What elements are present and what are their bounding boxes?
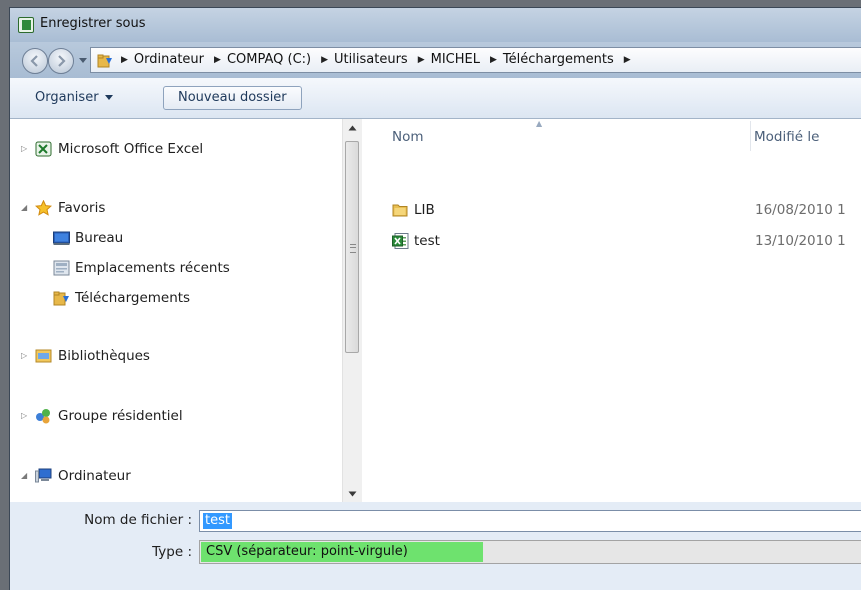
- browser-body: ▷ Microsoft Office Excel ◢ Favoris Burea…: [10, 119, 861, 502]
- breadcrumb-item-utilisateurs[interactable]: ▶ Utilisateurs: [317, 52, 408, 67]
- expand-arrow-icon[interactable]: ▷: [21, 345, 27, 367]
- file-list: ▲ Nom Modifié le LIB 16/08/2010 1 test 1…: [362, 119, 861, 502]
- breadcrumb-separator-icon[interactable]: ▶: [418, 55, 425, 65]
- column-header-modified[interactable]: Modifié le: [754, 119, 819, 155]
- excel-icon: [35, 141, 52, 157]
- breadcrumb-item-compaq[interactable]: ▶ COMPAQ (C:): [210, 52, 311, 67]
- filename-selected-text: test: [203, 513, 232, 529]
- scroll-down-button[interactable]: [343, 485, 362, 502]
- downloads-folder-icon: [97, 53, 113, 67]
- computer-icon: [35, 468, 52, 484]
- grip-icon: [350, 244, 356, 253]
- breadcrumb-subfolder-button[interactable]: ▶: [620, 55, 637, 65]
- collapse-arrow-icon[interactable]: ◢: [21, 197, 27, 219]
- address-bar: ▶ Ordinateur ▶ COMPAQ (C:) ▶ Utilisateurs ▶…: [10, 42, 861, 78]
- back-arrow-icon: [30, 55, 38, 67]
- chevron-up-icon: [348, 125, 357, 130]
- homegroup-icon: [35, 408, 52, 424]
- filename-field[interactable]: test: [199, 510, 861, 532]
- star-icon: [34, 199, 53, 216]
- organize-button[interactable]: Organiser: [23, 86, 125, 110]
- forward-arrow-icon: [58, 55, 66, 67]
- file-row[interactable]: test 13/10/2010 1: [362, 230, 861, 252]
- chevron-down-icon: [348, 491, 357, 496]
- downloads-folder-icon: [53, 290, 70, 306]
- breadcrumb-separator-icon[interactable]: ▶: [321, 55, 328, 65]
- breadcrumb-separator-icon[interactable]: ▶: [121, 55, 128, 65]
- filename-label: Nom de fichier :: [84, 512, 192, 528]
- title-bar: Enregistrer sous: [10, 8, 861, 42]
- breadcrumb-separator-icon[interactable]: ▶: [624, 55, 631, 65]
- excel-app-icon: [18, 17, 34, 33]
- recent-places-icon: [53, 260, 70, 276]
- scroll-thumb[interactable]: [345, 141, 359, 353]
- desktop-icon: [53, 230, 70, 246]
- breadcrumb-item-ordinateur[interactable]: ▶ Ordinateur: [117, 52, 204, 67]
- column-header-name[interactable]: Nom: [392, 119, 424, 155]
- save-form: Nom de fichier : test Type : CSV (sépara…: [10, 502, 861, 590]
- breadcrumb-item-telechargements[interactable]: ▶ Téléchargements: [486, 52, 614, 67]
- breadcrumb-item-michel[interactable]: ▶ MICHEL: [414, 52, 480, 67]
- new-folder-button[interactable]: Nouveau dossier: [163, 86, 302, 110]
- excel-file-icon: [392, 233, 409, 249]
- chevron-down-icon: [104, 95, 113, 100]
- file-row[interactable]: LIB 16/08/2010 1: [362, 199, 861, 221]
- navigation-pane: ▷ Microsoft Office Excel ◢ Favoris Burea…: [10, 119, 342, 502]
- window-title: Enregistrer sous: [40, 16, 146, 31]
- back-button[interactable]: [22, 48, 48, 74]
- file-type-value: CSV (séparateur: point-virgule): [206, 544, 408, 559]
- file-type-select[interactable]: CSV (séparateur: point-virgule): [199, 540, 861, 564]
- collapse-arrow-icon[interactable]: ◢: [21, 465, 27, 487]
- type-label: Type :: [152, 544, 192, 560]
- column-divider[interactable]: [750, 121, 751, 151]
- forward-button[interactable]: [48, 48, 74, 74]
- folder-icon: [392, 202, 409, 218]
- recent-pages-dropdown[interactable]: [79, 58, 87, 63]
- save-as-dialog: Enregistrer sous ▶ Ordinateur ▶ COMPAQ (C:…: [9, 7, 861, 590]
- libraries-icon: [35, 348, 52, 364]
- breadcrumb[interactable]: ▶ Ordinateur ▶ COMPAQ (C:) ▶ Utilisateurs ▶…: [90, 47, 861, 73]
- expand-arrow-icon[interactable]: ▷: [21, 138, 27, 160]
- sort-ascending-icon: ▲: [536, 119, 543, 128]
- command-toolbar: Organiser Nouveau dossier: [10, 78, 861, 119]
- nav-scrollbar[interactable]: [342, 119, 362, 502]
- scroll-up-button[interactable]: [343, 119, 362, 136]
- breadcrumb-separator-icon[interactable]: ▶: [214, 55, 221, 65]
- expand-arrow-icon[interactable]: ▷: [21, 405, 27, 427]
- breadcrumb-separator-icon[interactable]: ▶: [490, 55, 497, 65]
